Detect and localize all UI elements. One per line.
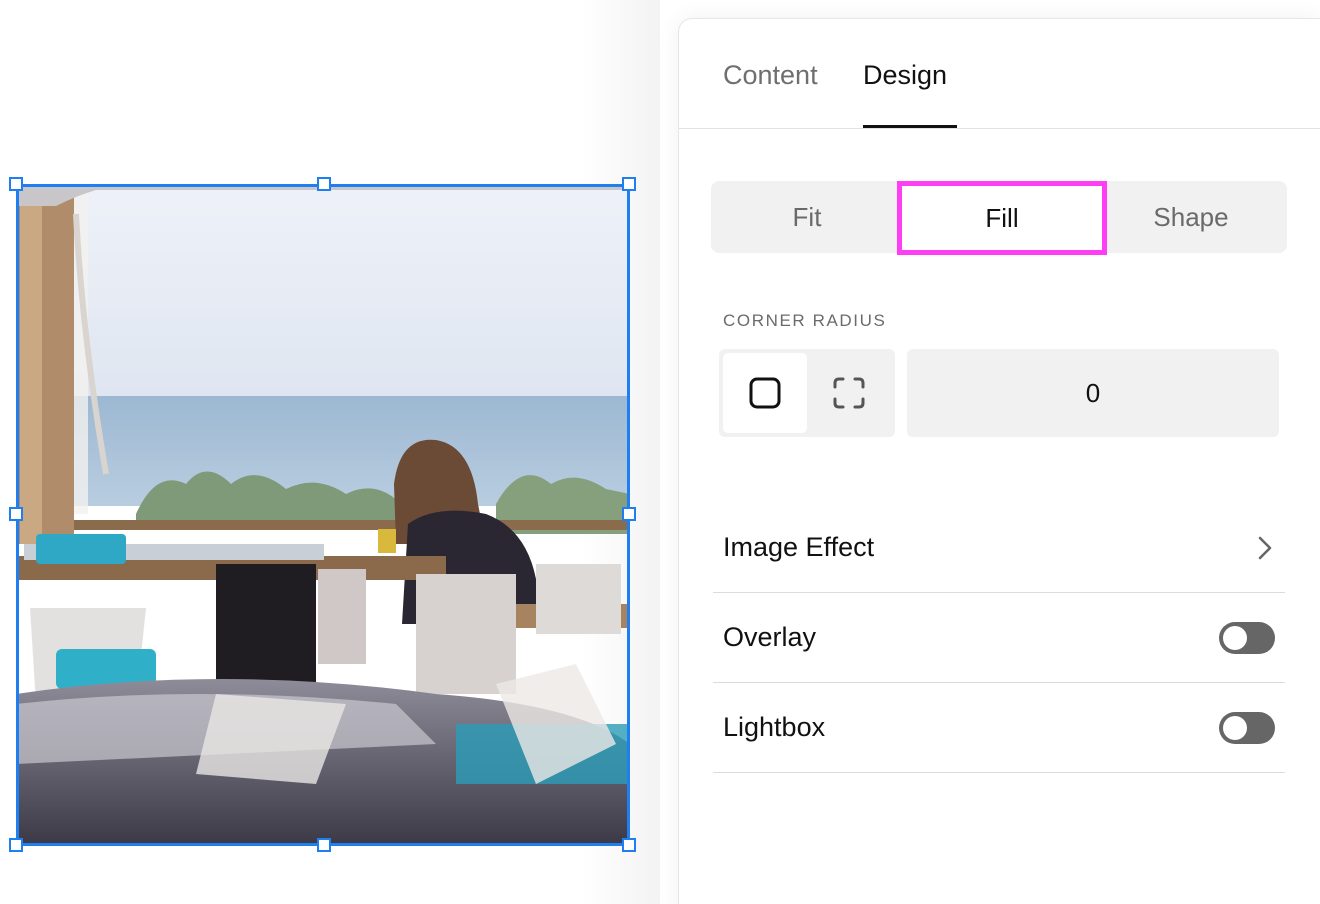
panel-tabs: Content Design: [679, 19, 1320, 129]
chevron-right-icon: [1258, 536, 1272, 559]
square-corners-icon: [749, 377, 781, 409]
resize-handle-top-right[interactable]: [622, 177, 636, 191]
corner-radius-mode-group: [719, 349, 895, 437]
active-tab-indicator: [863, 125, 957, 128]
editor-canvas: [0, 0, 660, 904]
image-effect-row[interactable]: Image Effect: [713, 503, 1285, 593]
corner-radius-input[interactable]: [907, 349, 1279, 437]
overlay-label: Overlay: [723, 622, 817, 652]
resize-handle-top-left[interactable]: [9, 177, 23, 191]
individual-corners-button[interactable]: [807, 353, 891, 433]
overlay-row: Overlay: [713, 593, 1285, 683]
tab-design[interactable]: Design: [863, 57, 947, 93]
all-corners-button[interactable]: [723, 353, 807, 433]
overlay-toggle[interactable]: [1219, 621, 1275, 654]
image-design-panel: Content Design Fit Shape Fill CORNER RAD…: [678, 18, 1320, 904]
resize-handle-bottom-right[interactable]: [622, 838, 636, 852]
image-effect-label: Image Effect: [723, 532, 875, 562]
lightbox-toggle[interactable]: [1219, 711, 1275, 744]
resize-handle-middle-left[interactable]: [9, 507, 23, 521]
resize-handle-bottom-center[interactable]: [317, 838, 331, 852]
lightbox-label: Lightbox: [723, 712, 826, 742]
toggle-knob: [1223, 715, 1247, 740]
fill-option[interactable]: Fill: [897, 181, 1107, 255]
shape-option[interactable]: Shape: [1095, 181, 1287, 253]
resize-handle-top-center[interactable]: [317, 177, 331, 191]
fit-option[interactable]: Fit: [711, 181, 903, 253]
resize-handle-middle-right[interactable]: [622, 507, 636, 521]
corner-radius-label: CORNER RADIUS: [723, 311, 887, 330]
resize-handle-bottom-left[interactable]: [9, 838, 23, 852]
tab-content[interactable]: Content: [723, 57, 818, 93]
individual-corners-icon: [833, 377, 865, 409]
selected-image-block[interactable]: [16, 184, 630, 846]
toggle-knob: [1223, 625, 1247, 650]
cafe-photo: [16, 184, 630, 846]
fit-mode-control: Fit Shape Fill: [711, 181, 1287, 255]
lightbox-row: Lightbox: [713, 683, 1285, 773]
